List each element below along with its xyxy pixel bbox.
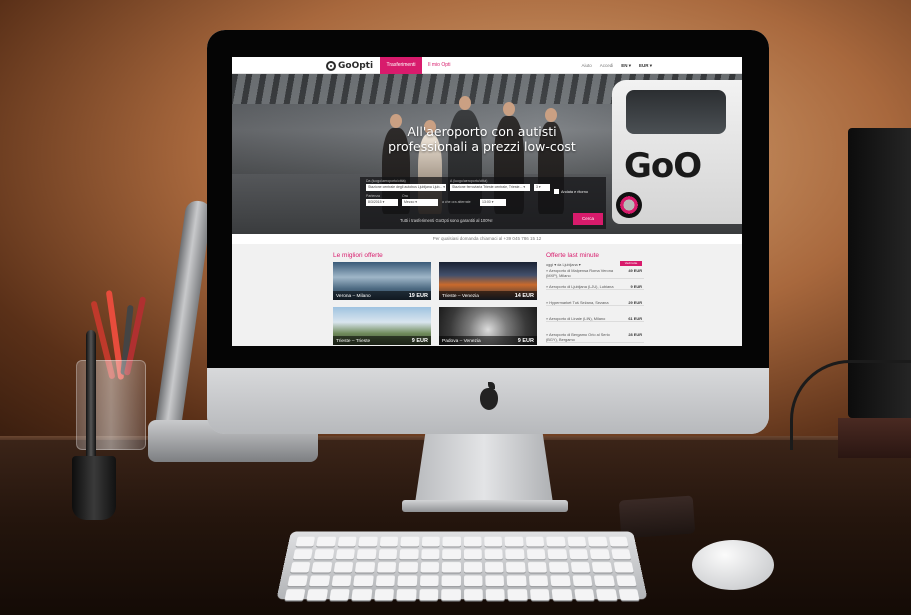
offer-route: Padova – Venezia: [442, 339, 481, 344]
imac-stand: [414, 434, 554, 510]
tab-trasferimenti[interactable]: Trasferimenti: [380, 57, 422, 74]
checkbox-icon: [554, 189, 559, 194]
time-select[interactable]: Mezzo ▾: [402, 199, 438, 206]
last-minute-destination: » Hypermarket Tuš Sežana, Sezana: [546, 300, 609, 305]
offer-route: Trieste – Trieste: [336, 339, 371, 344]
from-label: Da (luogo/aeroporto/città): [366, 179, 406, 183]
date-label: Partenza: [366, 194, 381, 198]
help-link[interactable]: Aiuto: [581, 63, 591, 68]
apple-logo-icon: [474, 382, 502, 414]
hero-banner: GoO All'aeroporto con autisti profession…: [232, 74, 742, 234]
goopti-logo[interactable]: GoOpti: [326, 60, 373, 71]
time-label: Ora: [402, 194, 408, 198]
contact-strip: Per qualsiasi domanda chiamaci al +39 04…: [232, 234, 742, 244]
passengers-select[interactable]: 3 ▾: [534, 184, 550, 191]
last-minute-item[interactable]: » Aeroporto di Malpensa Roma Verona (MXP…: [546, 268, 644, 279]
guarantee-text: Tutti i trasferimenti GoOpti sono garant…: [400, 218, 493, 223]
pen: [86, 330, 96, 470]
last-minute-price: 29 EUR: [628, 300, 642, 305]
last-minute-item[interactable]: » Aeroporto di Ljubljana (LJU), Lubiana …: [546, 284, 644, 290]
offer-card[interactable]: Verona – Milano 19 EUR: [333, 262, 431, 300]
flight-time-select[interactable]: 13:00 ▾: [480, 199, 506, 206]
offer-price: 14 EUR: [514, 293, 534, 299]
search-form: Da (luogo/aeroporto/città) Stazione cent…: [360, 177, 606, 229]
last-minute-item[interactable]: » Aeroporto di Linate (LIN), Milano 61 E…: [546, 316, 644, 322]
offer-route: Verona – Milano: [336, 294, 371, 299]
see-all-button[interactable]: Vedi tutte: [620, 261, 642, 266]
last-minute-price: 49 EUR: [628, 268, 642, 273]
round-trip-checkbox[interactable]: Andata e ritorno: [554, 189, 588, 194]
last-minute-item[interactable]: » Aeroporto di Bergamo Orio al Serio (BG…: [546, 332, 644, 343]
login-link[interactable]: Accedi: [600, 63, 614, 68]
tab-il-mio-opti[interactable]: Il mio Opti: [422, 57, 457, 74]
last-minute-price: 61 EUR: [628, 316, 642, 321]
goopti-van: GoO: [612, 80, 742, 224]
van-brand: GoO: [624, 146, 702, 186]
last-minute-price: 28 EUR: [628, 332, 642, 337]
last-minute-destination: » Aeroporto di Linate (LIN), Milano: [546, 316, 606, 321]
last-minute-destination: » Aeroporto di Ljubljana (LJU), Lubiana: [546, 284, 614, 289]
currency-select[interactable]: EUR ▾: [639, 63, 652, 69]
language-select[interactable]: EN ▾: [621, 63, 631, 69]
imac-screen: GoOpti Trasferimenti Il mio Opti Aiuto A…: [232, 57, 742, 346]
flight-time-label: a che ora atterrate: [442, 200, 471, 204]
logo-text: GoOpti: [338, 60, 374, 71]
imac-stand-foot: [402, 500, 568, 512]
last-minute-price: 9 EUR: [630, 284, 642, 289]
hero-title: All'aeroporto con autisti professionali …: [388, 124, 576, 154]
search-button[interactable]: Cerca: [573, 213, 603, 225]
offer-price: 9 EUR: [411, 338, 428, 344]
offer-card[interactable]: Trieste – Venezia 14 EUR: [439, 262, 537, 300]
to-label: A (luogo/aeroporto/città): [450, 179, 488, 183]
offer-card[interactable]: Trieste – Trieste 9 EUR: [333, 307, 431, 345]
best-offers-title: Le migliori offerte: [333, 252, 383, 259]
offer-route: Trieste – Venezia: [442, 294, 479, 299]
last-minute-title: Offerte last minute: [546, 252, 599, 259]
site-header: GoOpti Trasferimenti Il mio Opti Aiuto A…: [232, 57, 742, 74]
offer-card[interactable]: Padova – Venezia 9 EUR: [439, 307, 537, 345]
last-minute-filter[interactable]: oggi ▾ da Ljubljana ▾: [546, 262, 581, 267]
header-utilities: Aiuto Accedi EN ▾ EUR ▾: [581, 57, 652, 74]
offers-section: Le migliori offerte Verona – Milano 19 E…: [232, 244, 742, 346]
round-trip-label: Andata e ritorno: [561, 189, 589, 194]
van-wheel: [616, 192, 642, 218]
offer-price: 19 EUR: [408, 293, 428, 299]
mouse: [692, 540, 774, 590]
van-window: [626, 90, 726, 134]
goopti-logo-icon: [326, 60, 336, 71]
last-minute-destination: » Aeroporto di Malpensa Roma Verona (MXP…: [546, 268, 614, 278]
from-select[interactable]: Stazione centrale degli autobus Ljubljan…: [366, 184, 446, 191]
black-pen-holder: [72, 456, 116, 520]
to-select[interactable]: Stazione ferroviaria Trieste centrale, T…: [450, 184, 530, 191]
date-select[interactable]: 8/3/2015 ▾: [366, 199, 398, 206]
offer-price: 9 EUR: [517, 338, 534, 344]
last-minute-item[interactable]: » Hypermarket Tuš Sežana, Sezana 29 EUR: [546, 300, 644, 306]
storage-box: [838, 418, 911, 458]
keyboard: [276, 531, 648, 601]
last-minute-destination: » Aeroporto di Bergamo Orio al Serio (BG…: [546, 332, 610, 342]
